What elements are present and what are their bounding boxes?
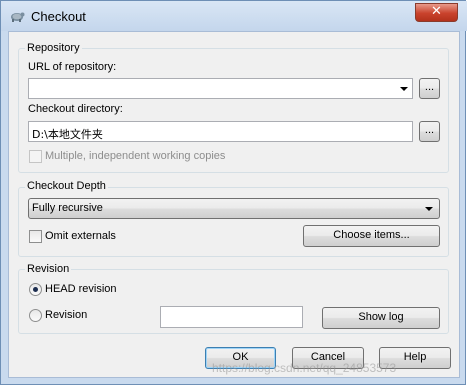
checkout-directory-value: D:\本地文件夹 (32, 128, 103, 141)
close-icon: ✕ (431, 4, 442, 19)
url-label: URL of repository: (28, 61, 117, 73)
watermark-text: https://blog.csdn.net/qq_24853573 (212, 361, 397, 375)
checkout-directory-input[interactable]: D:\本地文件夹 (28, 121, 413, 142)
url-combobox[interactable] (28, 78, 413, 99)
head-revision-radio[interactable] (29, 283, 42, 296)
revision-radio[interactable] (29, 309, 42, 322)
browse-directory-button[interactable]: ... (419, 121, 440, 142)
depth-selected-value: Fully recursive (32, 202, 103, 214)
omit-externals-checkbox[interactable] (29, 230, 42, 243)
browse-url-button[interactable]: ... (419, 78, 440, 99)
omit-externals-label: Omit externals (45, 230, 116, 242)
window-title: Checkout (31, 9, 86, 24)
choose-items-button[interactable]: Choose items... (303, 225, 440, 247)
close-button[interactable]: ✕ (415, 3, 458, 22)
revision-label: Revision (45, 309, 88, 321)
chevron-down-icon[interactable] (400, 87, 408, 91)
show-log-button[interactable]: Show log (322, 307, 440, 329)
radio-selected-dot (33, 287, 38, 292)
checkout-directory-label: Checkout directory: (28, 103, 123, 115)
tortoise-icon (11, 12, 25, 22)
depth-select[interactable]: Fully recursive (28, 198, 440, 219)
repository-legend: Repository (25, 42, 82, 54)
checkout-depth-legend: Checkout Depth (25, 180, 108, 192)
chevron-down-icon[interactable] (425, 207, 433, 211)
multiple-copies-label: Multiple, independent working copies (45, 150, 226, 162)
checkout-dialog: Checkout ✕ Repository URL of repository:… (0, 0, 467, 385)
revision-legend: Revision (25, 263, 72, 275)
multiple-copies-checkbox[interactable] (29, 150, 42, 163)
title-bar[interactable]: Checkout ✕ (1, 1, 467, 31)
revision-number-input[interactable] (160, 306, 303, 328)
dialog-body: Repository URL of repository: ... Checko… (8, 31, 460, 378)
head-revision-label: HEAD revision (45, 283, 117, 295)
